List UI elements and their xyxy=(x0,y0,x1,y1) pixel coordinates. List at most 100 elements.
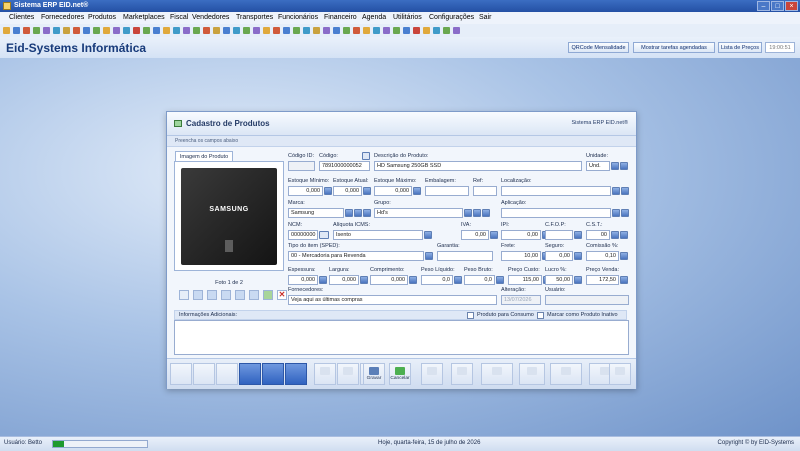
menu-financeiro[interactable]: Financeiro xyxy=(324,14,357,21)
zoom-icon[interactable] xyxy=(221,290,231,300)
history-button[interactable] xyxy=(550,363,582,385)
open-file-icon[interactable] xyxy=(249,290,259,300)
comissao-calc-icon[interactable] xyxy=(620,252,628,260)
unidade-dropdown-icon[interactable] xyxy=(611,162,619,170)
marca-add-icon[interactable] xyxy=(354,209,362,217)
qrcode-button[interactable]: QRCode Mensalidade xyxy=(568,42,629,53)
unidade-field[interactable]: Und. xyxy=(586,161,610,171)
barcode-icon[interactable] xyxy=(253,27,260,34)
tipo-dropdown-icon[interactable] xyxy=(425,252,433,260)
report-button[interactable] xyxy=(451,363,473,385)
seguro-calc-icon[interactable] xyxy=(574,252,582,260)
gravar-button[interactable]: Gravar xyxy=(363,363,385,385)
search-button[interactable] xyxy=(421,363,443,385)
aplicacao-field[interactable] xyxy=(501,208,611,218)
cst-add-icon[interactable] xyxy=(620,231,628,239)
menu-sair[interactable]: Sair xyxy=(479,14,491,21)
heart-icon[interactable] xyxy=(423,27,430,34)
delete-photo-icon[interactable]: ✕ xyxy=(277,290,287,300)
grupo-dropdown-icon[interactable] xyxy=(464,209,472,217)
ref-field[interactable] xyxy=(473,186,497,196)
contract-icon[interactable] xyxy=(323,27,330,34)
edit-button[interactable] xyxy=(337,363,359,385)
note-icon[interactable] xyxy=(163,27,170,34)
espessura-field[interactable]: 0,000 xyxy=(288,275,318,285)
largura-field[interactable]: 0,000 xyxy=(329,275,359,285)
gear-icon[interactable] xyxy=(223,27,230,34)
last-record-button[interactable] xyxy=(285,363,307,385)
tab-product-image[interactable]: Imagem do Produto xyxy=(175,151,233,161)
menu-fornecedores[interactable]: Fornecedores xyxy=(41,14,84,21)
refresh-icon[interactable] xyxy=(443,27,450,34)
menu-vendedores[interactable]: Vendedores xyxy=(192,14,229,21)
fornecedores-field[interactable]: Veja aqui as últimas compras xyxy=(288,295,497,305)
seguro-field[interactable]: 0,00 xyxy=(545,251,573,261)
print-labels-button[interactable] xyxy=(481,363,513,385)
menu-utilitarios[interactable]: Utilitários xyxy=(393,14,422,21)
add-photo-icon[interactable] xyxy=(263,290,273,300)
box-icon[interactable] xyxy=(33,27,40,34)
star-icon[interactable] xyxy=(213,27,220,34)
exit-icon[interactable] xyxy=(413,27,420,34)
info-icon[interactable] xyxy=(433,27,440,34)
alert-icon[interactable] xyxy=(133,27,140,34)
estoque-min-calc-icon[interactable] xyxy=(324,187,332,195)
menu-marketplaces[interactable]: Marketplaces xyxy=(123,14,165,21)
calendar-icon[interactable] xyxy=(83,27,90,34)
key-icon[interactable] xyxy=(183,27,190,34)
card-icon[interactable] xyxy=(283,27,290,34)
venda-calc-icon[interactable] xyxy=(620,276,628,284)
cart-icon[interactable] xyxy=(43,27,50,34)
localizacao-field[interactable] xyxy=(501,186,611,196)
prev-photo-icon[interactable] xyxy=(193,290,203,300)
garantia-field[interactable] xyxy=(437,251,493,261)
folder-icon[interactable] xyxy=(3,27,10,34)
estoque-atual-field[interactable]: 0,000 xyxy=(333,186,362,196)
aplicacao-dropdown-icon[interactable] xyxy=(612,209,620,217)
print-button[interactable] xyxy=(519,363,545,385)
tipo-field[interactable]: 00 - Mercadoria para Revenda xyxy=(288,251,424,261)
grupo-edit-icon[interactable] xyxy=(482,209,490,217)
cfop-field[interactable] xyxy=(545,230,573,240)
espessura-calc-icon[interactable] xyxy=(319,276,327,284)
consumo-checkbox[interactable] xyxy=(467,312,474,319)
minimize-icon[interactable]: – xyxy=(757,1,770,11)
next-photo-icon[interactable] xyxy=(207,290,217,300)
aliquota-field[interactable]: Isento xyxy=(333,230,423,240)
comprimento-calc-icon[interactable] xyxy=(409,276,417,284)
menu-agenda[interactable]: Agenda xyxy=(362,14,386,21)
custo-field[interactable]: 115,00 xyxy=(508,275,542,285)
estoque-min-field[interactable]: 0,000 xyxy=(288,186,323,196)
menu-clientes[interactable]: Clientes xyxy=(9,14,34,21)
cst-field[interactable]: 00 xyxy=(586,230,610,240)
inativo-checkbox[interactable] xyxy=(537,312,544,319)
tag-icon[interactable] xyxy=(153,27,160,34)
next-page-button[interactable] xyxy=(262,363,284,385)
phone-icon[interactable] xyxy=(193,27,200,34)
estoque-max-field[interactable]: 0,000 xyxy=(374,186,412,196)
document-icon[interactable] xyxy=(53,27,60,34)
localizacao-add-icon[interactable] xyxy=(621,187,629,195)
print-icon[interactable] xyxy=(93,27,100,34)
first-photo-icon[interactable] xyxy=(179,290,189,300)
peso-liq-field[interactable]: 0,0 xyxy=(421,275,453,285)
globe-icon[interactable] xyxy=(173,27,180,34)
users-icon[interactable] xyxy=(13,27,20,34)
list-icon[interactable] xyxy=(243,27,250,34)
stock-icon[interactable] xyxy=(293,27,300,34)
iva-calc-icon[interactable] xyxy=(490,231,498,239)
estoque-atual-calc-icon[interactable] xyxy=(363,187,371,195)
lucro-field[interactable]: 50,00 xyxy=(545,275,573,285)
cash-icon[interactable] xyxy=(203,27,210,34)
menu-transportes[interactable]: Transportes xyxy=(236,14,273,21)
web-icon[interactable] xyxy=(373,27,380,34)
exit-button[interactable] xyxy=(609,363,631,385)
lock-icon[interactable] xyxy=(353,27,360,34)
money-icon[interactable] xyxy=(63,27,70,34)
menu-funcionarios[interactable]: Funcionários xyxy=(278,14,318,21)
grupo-field[interactable]: Hd's xyxy=(374,208,463,218)
ncm-search-icon[interactable] xyxy=(319,231,329,239)
next-record-button[interactable] xyxy=(239,363,261,385)
close-icon[interactable]: × xyxy=(785,1,798,11)
ncm-field[interactable]: 00000000 xyxy=(288,230,318,240)
